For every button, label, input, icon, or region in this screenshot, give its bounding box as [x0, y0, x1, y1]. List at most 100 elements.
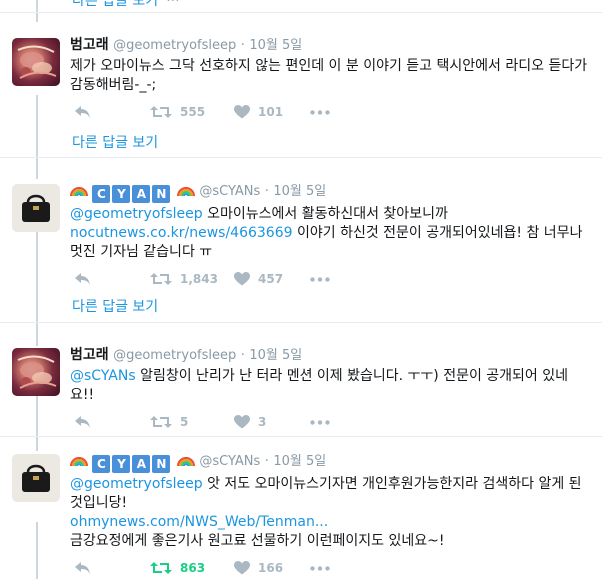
retweet-icon: [150, 562, 172, 574]
tweet-content: CYAN @sCYANs · 10월 5일 @geometryofsleep 오…: [70, 182, 590, 292]
timestamp[interactable]: 10월 5일: [249, 38, 302, 53]
retweet-button[interactable]: 1,843: [150, 272, 218, 286]
retweet-button[interactable]: 555: [150, 105, 205, 119]
tweet-header: CYAN @sCYANs · 10월 5일: [70, 452, 590, 473]
reply-icon: [75, 416, 90, 428]
thread-line: [36, 522, 38, 579]
url-link[interactable]: nocutnews.co.kr/news/4663669: [70, 225, 293, 241]
tweet-actions: 1,843 457: [70, 272, 590, 292]
more-replies-link[interactable]: 다른 답글 보기: [72, 0, 158, 9]
more-icon: [310, 277, 330, 282]
tweet-actions: 863 166: [70, 561, 590, 579]
retweet-count: 555: [180, 105, 206, 119]
retweet-count: 5: [180, 415, 189, 429]
heart-icon: [234, 272, 250, 286]
more-icon: [310, 110, 330, 115]
thread-line: [36, 393, 38, 451]
retweet-icon: [150, 106, 172, 118]
letter-tile: C: [92, 455, 111, 473]
more-button[interactable]: [310, 420, 330, 425]
more-icon[interactable]: ···: [166, 0, 179, 9]
tweet-actions: 5 3: [70, 415, 590, 435]
tweet-text: @geometryofsleep 오마이뉴스에서 활동하신대서 찾아보니까 noc…: [70, 205, 590, 262]
tweet-content: 범고래 @geometryofsleep · 10월 5일 제가 오마이뉴스 그…: [70, 36, 590, 125]
tweet-header: CYAN @sCYANs · 10월 5일: [70, 182, 590, 203]
mention-link[interactable]: @geometryofsleep: [70, 476, 203, 492]
divider: [0, 436, 602, 437]
display-name[interactable]: 범고래: [70, 37, 109, 53]
separator-dot: ·: [264, 454, 269, 469]
like-count: 166: [258, 561, 284, 575]
tweet-content: 범고래 @geometryofsleep · 10월 5일 @sCYANs 알림…: [70, 346, 590, 435]
avatar-image: [22, 464, 50, 492]
reply-icon: [75, 106, 90, 118]
separator-dot: ·: [240, 348, 245, 363]
user-handle[interactable]: @geometryofsleep: [113, 348, 236, 363]
retweet-button[interactable]: 5: [150, 415, 188, 429]
avatar-image: [22, 194, 50, 222]
mention-link[interactable]: @geometryofsleep: [70, 206, 203, 222]
heart-icon: [234, 105, 250, 119]
avatar[interactable]: [12, 454, 60, 502]
more-replies-link[interactable]: 다른 답글 보기: [72, 296, 158, 316]
tweet-text-part: 알림창이 난리가 난 터라 멘션 이제 봤습니다. ㅜㅜ) 전문이 공개되어 있…: [70, 368, 569, 403]
tweet-text-part: 금강요정에게 좋은기사 원고료 선물하기 이런페이지도 있네요~!: [70, 533, 445, 549]
avatar-image: [17, 355, 57, 389]
rainbow-icon: [176, 183, 195, 197]
reply-button[interactable]: [74, 105, 91, 119]
thread-line: [36, 0, 38, 22]
retweet-count: 863: [180, 561, 206, 575]
reply-icon: [75, 273, 90, 285]
more-button[interactable]: [310, 277, 330, 282]
more-icon: [310, 566, 330, 571]
rainbow-icon: [70, 453, 88, 467]
tweet-thread-page: 다른 답글 보기 ··· 범고래 @geometryofsleep · 10월 5…: [0, 0, 602, 579]
top-more-replies-fragment[interactable]: 다른 답글 보기 ···: [72, 0, 180, 10]
more-replies-link[interactable]: 다른 답글 보기: [72, 132, 158, 152]
user-handle[interactable]: @sCYANs: [199, 454, 260, 469]
separator-dot: ·: [264, 184, 269, 199]
tweet-text: 제가 오마이뉴스 그닥 선호하지 않는 편인데 이 분 이야기 듣고 택시안에서…: [70, 58, 588, 93]
like-button[interactable]: 3: [234, 415, 266, 429]
letter-tile: N: [152, 185, 171, 203]
reply-button[interactable]: [74, 272, 91, 286]
avatar[interactable]: [12, 38, 60, 86]
letter-tile: A: [132, 455, 151, 473]
letter-tile: Y: [112, 185, 131, 203]
tweet-text-part: 오마이뉴스에서 활동하신대서 찾아보니까: [202, 206, 448, 222]
reply-button[interactable]: [74, 561, 91, 575]
timestamp[interactable]: 10월 5일: [273, 184, 326, 199]
reply-icon: [75, 562, 90, 574]
more-button[interactable]: [310, 110, 330, 115]
more-button[interactable]: [310, 566, 330, 571]
display-name[interactable]: 범고래: [70, 347, 109, 363]
user-handle[interactable]: @geometryofsleep: [113, 38, 236, 53]
tweet-content: CYAN @sCYANs · 10월 5일 @geometryofsleep 앗…: [70, 452, 590, 579]
like-count: 3: [258, 415, 267, 429]
heart-icon: [234, 561, 250, 575]
user-handle[interactable]: @sCYANs: [199, 184, 260, 199]
retweet-icon: [150, 416, 172, 428]
rainbow-icon: [70, 183, 88, 197]
reply-button[interactable]: [74, 415, 91, 429]
heart-icon: [234, 415, 250, 429]
mention-link[interactable]: @sCYANs: [70, 368, 136, 384]
retweet-icon: [150, 273, 172, 285]
avatar-image: [17, 45, 57, 79]
timestamp[interactable]: 10월 5일: [249, 348, 302, 363]
thread-line: [36, 95, 38, 179]
timestamp[interactable]: 10월 5일: [273, 454, 326, 469]
like-button[interactable]: 166: [234, 561, 283, 575]
like-count: 101: [258, 105, 284, 119]
avatar[interactable]: [12, 348, 60, 396]
divider: [0, 157, 602, 158]
tweet-header: 범고래 @geometryofsleep · 10월 5일: [70, 36, 590, 55]
letter-tile: A: [132, 185, 151, 203]
tweet-text: @geometryofsleep 앗 저도 오마이뉴스기자면 개인후원가능한지라…: [70, 475, 590, 551]
retweet-button[interactable]: 863: [150, 561, 205, 575]
like-button[interactable]: 457: [234, 272, 283, 286]
thread-line: [36, 228, 38, 346]
avatar[interactable]: [12, 184, 60, 232]
url-link[interactable]: ohmynews.com/NWS_Web/Tenman...: [70, 514, 328, 530]
like-button[interactable]: 101: [234, 105, 283, 119]
